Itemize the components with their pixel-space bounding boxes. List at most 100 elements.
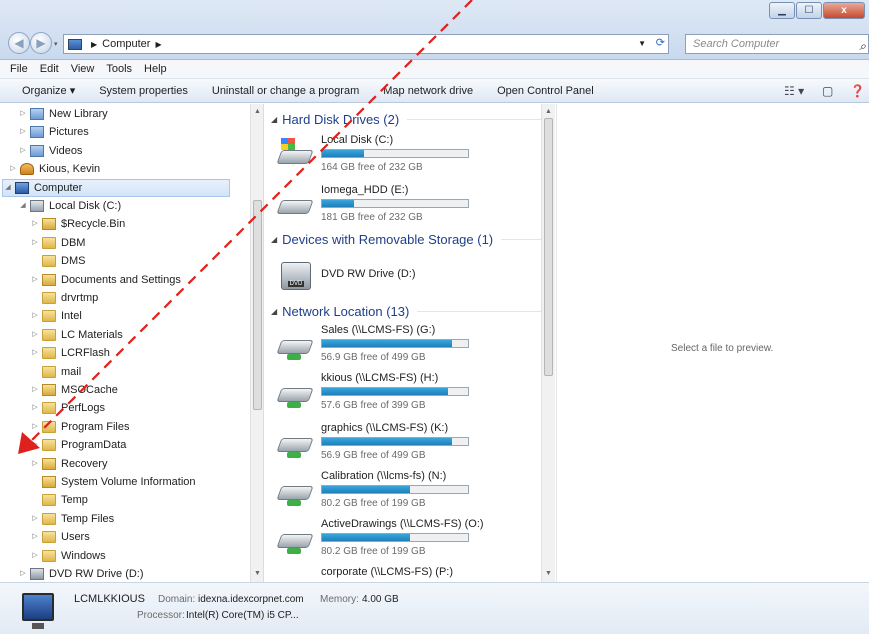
expand-arrow-icon[interactable]: ▷: [30, 418, 40, 436]
nav-item[interactable]: ▷ Program Files: [30, 418, 129, 436]
folder-icon: [42, 328, 56, 341]
breadcrumb-chevron-icon[interactable]: ▶: [91, 40, 97, 49]
menu-edit[interactable]: Edit: [40, 63, 59, 75]
collapse-arrow-icon[interactable]: ◢: [3, 179, 13, 197]
menu-file[interactable]: File: [10, 63, 28, 75]
expand-arrow-icon[interactable]: ▷: [18, 105, 28, 123]
expand-arrow-icon[interactable]: ▷: [8, 160, 18, 178]
search-icon[interactable]: ⌕: [859, 37, 866, 55]
collapse-group-icon[interactable]: ◢: [271, 235, 277, 244]
drive-item[interactable]: corporate (\\LCMS-FS) (P:): [279, 566, 469, 582]
organize-button[interactable]: Organize ▾: [22, 84, 75, 97]
nav-item[interactable]: Temp: [30, 491, 88, 509]
refresh-icon[interactable]: ⟳: [656, 36, 665, 49]
nav-item[interactable]: ▷ DBM: [30, 234, 85, 252]
drive-item[interactable]: Calibration (\\lcms-fs) (N:) 80.2 GB free…: [276, 470, 469, 514]
collapse-group-icon[interactable]: ◢: [271, 115, 277, 124]
expand-arrow-icon[interactable]: ▷: [18, 565, 28, 582]
expand-arrow-icon[interactable]: ▷: [30, 271, 40, 289]
group-header[interactable]: ◢ Network Location (13): [271, 304, 555, 319]
nav-item[interactable]: ▷ Temp Files: [30, 510, 114, 528]
nav-scroll-thumb[interactable]: [253, 200, 262, 410]
nav-item[interactable]: ◢ Local Disk (C:): [18, 197, 121, 215]
menu-view[interactable]: View: [71, 63, 95, 75]
drive-item[interactable]: ActiveDrawings (\\LCMS-FS) (O:) 80.2 GB f…: [276, 518, 484, 562]
drive-item[interactable]: Sales (\\LCMS-FS) (G:) 56.9 GB free of 49…: [276, 324, 469, 368]
menu-tools[interactable]: Tools: [106, 63, 132, 75]
scroll-up-icon[interactable]: ▲: [254, 108, 261, 115]
group-header[interactable]: ◢ Hard Disk Drives (2): [271, 112, 548, 127]
nav-item[interactable]: DMS: [30, 252, 85, 270]
system-properties-button[interactable]: System properties: [99, 85, 188, 97]
nav-item[interactable]: ▷ PerfLogs: [30, 399, 105, 417]
nav-item[interactable]: ▷ Recovery: [30, 455, 107, 473]
expand-arrow-icon[interactable]: ▷: [30, 307, 40, 325]
close-button[interactable]: x: [823, 2, 865, 19]
expand-arrow-icon[interactable]: ▷: [30, 399, 40, 417]
open-control-panel-button[interactable]: Open Control Panel: [497, 85, 594, 97]
drive-item[interactable]: DVD DVD RW Drive (D:): [279, 252, 469, 296]
nav-item[interactable]: ▷ Kious, Kevin: [8, 160, 100, 178]
breadcrumb-computer[interactable]: Computer: [102, 38, 150, 50]
preview-pane-icon[interactable]: ▢: [822, 84, 833, 98]
nav-item[interactable]: ▷ Intel: [30, 307, 82, 325]
nav-item[interactable]: ▷ Users: [30, 528, 90, 546]
minimize-button[interactable]: ▁: [769, 2, 795, 19]
address-bar[interactable]: ▶ Computer ▶ ▼ ⟳: [63, 34, 669, 54]
nav-item[interactable]: ▷ DVD RW Drive (D:): [18, 565, 144, 582]
nav-item[interactable]: ▷ $Recycle.Bin: [30, 215, 125, 233]
expand-arrow-icon[interactable]: ▷: [30, 344, 40, 362]
group-header[interactable]: ◢ Devices with Removable Storage (1): [271, 232, 552, 247]
scroll-down-icon[interactable]: ▼: [254, 570, 261, 577]
menu-help[interactable]: Help: [144, 63, 167, 75]
drive-item[interactable]: Local Disk (C:) 164 GB free of 232 GB: [276, 134, 469, 178]
nav-item[interactable]: ◢ Computer: [2, 178, 230, 197]
expand-arrow-icon[interactable]: ▷: [30, 528, 40, 546]
drive-item[interactable]: graphics (\\LCMS-FS) (K:) 56.9 GB free of…: [276, 422, 469, 466]
content-scroll-thumb[interactable]: [544, 118, 553, 376]
change-view-icon[interactable]: ☷ ▾: [784, 84, 804, 98]
maximize-button[interactable]: ☐: [796, 2, 822, 19]
address-dropdown-icon[interactable]: ▼: [638, 35, 646, 53]
nav-item[interactable]: ▷ New Library: [18, 105, 108, 123]
nav-item[interactable]: ▷ Pictures: [18, 123, 89, 141]
nav-item[interactable]: ▷ Videos: [18, 142, 82, 160]
uninstall-program-button[interactable]: Uninstall or change a program: [212, 85, 359, 97]
back-button[interactable]: ◀: [8, 32, 30, 54]
collapse-arrow-icon[interactable]: ◢: [18, 197, 28, 215]
nav-item[interactable]: System Volume Information: [30, 473, 196, 491]
expand-arrow-icon[interactable]: ▷: [18, 123, 28, 141]
breadcrumb-chevron-icon[interactable]: ▶: [155, 40, 161, 49]
expand-arrow-icon[interactable]: ▷: [30, 436, 40, 454]
scroll-up-icon[interactable]: ▲: [545, 108, 552, 115]
collapse-group-icon[interactable]: ◢: [271, 307, 277, 316]
nav-item[interactable]: drvrtmp: [30, 289, 98, 307]
expand-arrow-icon[interactable]: ▷: [30, 455, 40, 473]
help-icon[interactable]: ❓: [850, 84, 865, 98]
expand-arrow-icon[interactable]: ▷: [30, 326, 40, 344]
map-network-drive-button[interactable]: Map network drive: [383, 85, 473, 97]
nav-item[interactable]: ▷ ProgramData: [30, 436, 126, 454]
nav-item[interactable]: ▷ LCRFlash: [30, 344, 110, 362]
nav-item[interactable]: ▷ LC Materials: [30, 326, 123, 344]
recent-pages-dropdown[interactable]: ▾: [54, 40, 58, 48]
drive-item[interactable]: kkious (\\LCMS-FS) (H:) 57.6 GB free of 3…: [276, 372, 469, 416]
expand-arrow-icon[interactable]: ▷: [30, 510, 40, 528]
expand-arrow-icon[interactable]: ▷: [30, 381, 40, 399]
forward-button[interactable]: ▶: [30, 32, 52, 54]
expand-arrow-icon[interactable]: ▷: [30, 215, 40, 233]
nav-item[interactable]: ▷ Windows: [30, 547, 106, 565]
content-scrollbar[interactable]: ▲ ▼: [541, 104, 555, 582]
expand-arrow-icon[interactable]: ▷: [30, 234, 40, 252]
folder-icon: [42, 365, 56, 378]
expand-arrow-icon[interactable]: ▷: [30, 547, 40, 565]
drive-name: Calibration (\\lcms-fs) (N:): [321, 470, 447, 482]
expand-arrow-icon[interactable]: ▷: [18, 142, 28, 160]
drive-item[interactable]: Iomega_HDD (E:) 181 GB free of 232 GB: [276, 184, 469, 228]
search-input[interactable]: Search Computer ⌕: [685, 34, 869, 54]
nav-item[interactable]: ▷ MSOCache: [30, 381, 118, 399]
nav-scrollbar[interactable]: ▲ ▼: [250, 104, 263, 582]
nav-item[interactable]: mail: [30, 363, 81, 381]
nav-item[interactable]: ▷ Documents and Settings: [30, 271, 181, 289]
scroll-down-icon[interactable]: ▼: [545, 570, 552, 577]
